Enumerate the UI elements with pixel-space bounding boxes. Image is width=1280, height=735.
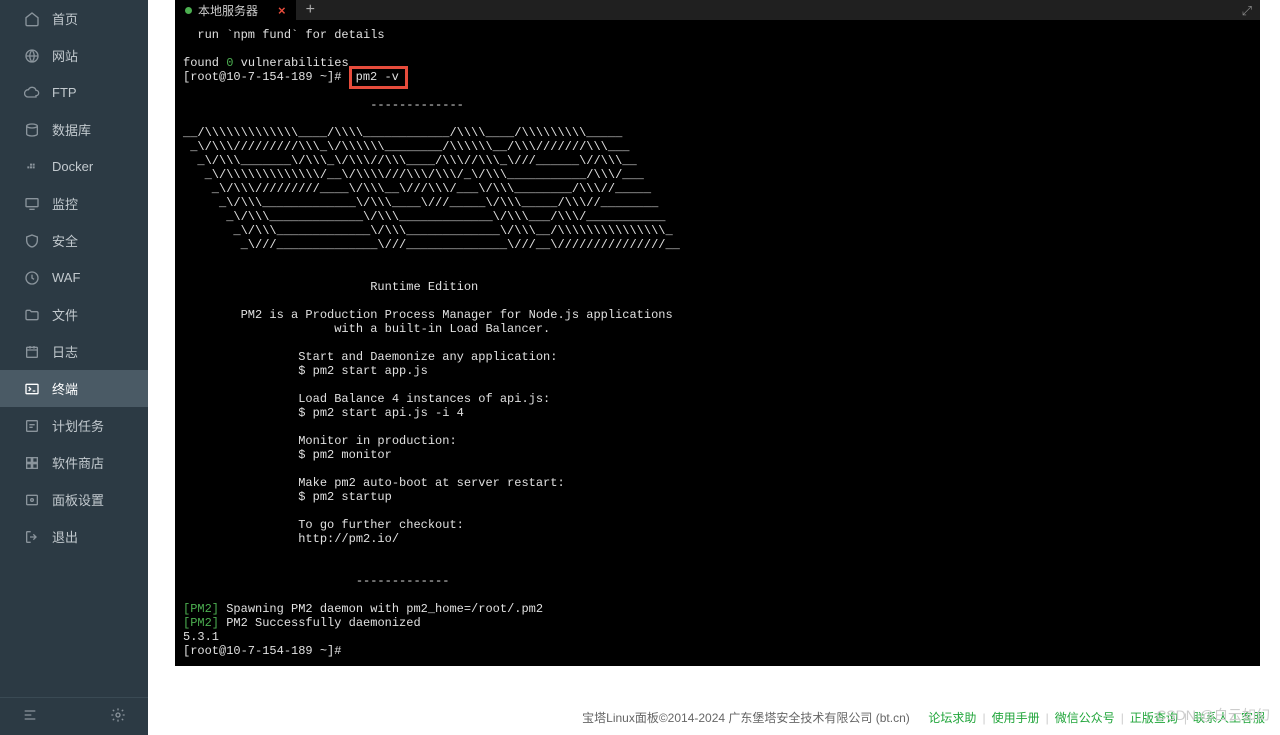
footer-link-manual[interactable]: 使用手册 (992, 709, 1040, 726)
copyright-text: 宝塔Linux面板©2014-2024 广东堡塔安全技术有限公司 (bt.cn) (582, 709, 910, 726)
highlighted-command: pm2 -v (349, 66, 408, 89)
calendar-icon (24, 344, 40, 360)
terminal-tabbar: 本地服务器 × + ⤢ (175, 0, 1260, 20)
sidebar-bottom (0, 697, 148, 735)
nav-label: WAF (52, 270, 80, 285)
terminal-output[interactable]: run `npm fund` for details found 0 vulne… (175, 20, 1260, 666)
nav-label: 终端 (52, 379, 78, 398)
settings-icon (24, 492, 40, 508)
nav-label: 软件商店 (52, 453, 104, 472)
terminal-tab[interactable]: 本地服务器 × (175, 0, 296, 20)
nav-terminal[interactable]: 终端 (0, 370, 148, 407)
tasks-icon (24, 418, 40, 434)
exit-icon (24, 529, 40, 545)
footer-link-genuine[interactable]: 正版查询 (1130, 709, 1178, 726)
footer-link-support[interactable]: 联系人工客服 (1193, 709, 1265, 726)
docker-icon (24, 159, 40, 175)
collapse-icon[interactable] (22, 707, 38, 726)
folder-icon (24, 307, 40, 323)
home-icon (24, 11, 40, 27)
cloud-icon (24, 85, 40, 101)
nav-ftp[interactable]: FTP (0, 74, 148, 111)
monitor-icon (24, 196, 40, 212)
nav-cron[interactable]: 计划任务 (0, 407, 148, 444)
globe-icon (24, 48, 40, 64)
nav-site[interactable]: 网站 (0, 37, 148, 74)
fullscreen-icon[interactable]: ⤢ (1242, 3, 1252, 19)
nav-appstore[interactable]: 软件商店 (0, 444, 148, 481)
terminal-icon (24, 381, 40, 397)
nav-label: FTP (52, 85, 77, 100)
nav-label: 网站 (52, 46, 78, 65)
nav-exit[interactable]: 退出 (0, 518, 148, 555)
nav-label: 安全 (52, 231, 78, 250)
nav-logs[interactable]: 日志 (0, 333, 148, 370)
nav-panel[interactable]: 面板设置 (0, 481, 148, 518)
nav-label: 日志 (52, 342, 78, 361)
nav-label: Docker (52, 159, 93, 174)
nav-label: 监控 (52, 194, 78, 213)
footer-link-wechat[interactable]: 微信公众号 (1055, 709, 1115, 726)
nav-files[interactable]: 文件 (0, 296, 148, 333)
footer: 宝塔Linux面板©2014-2024 广东堡塔安全技术有限公司 (bt.cn)… (148, 700, 1280, 735)
nav-home[interactable]: 首页 (0, 0, 148, 37)
nav-db[interactable]: 数据库 (0, 111, 148, 148)
nav-waf[interactable]: WAF (0, 259, 148, 296)
database-icon (24, 122, 40, 138)
status-dot-icon (185, 7, 192, 14)
nav-label: 数据库 (52, 120, 91, 139)
footer-link-forum[interactable]: 论坛求助 (928, 709, 976, 726)
nav-label: 首页 (52, 9, 78, 28)
nav-security[interactable]: 安全 (0, 222, 148, 259)
gear-icon[interactable] (110, 707, 126, 726)
nav-label: 退出 (52, 527, 78, 546)
shield-icon (24, 233, 40, 249)
nav-label: 文件 (52, 305, 78, 324)
waf-icon (24, 270, 40, 286)
nav-docker[interactable]: Docker (0, 148, 148, 185)
nav-monitor[interactable]: 监控 (0, 185, 148, 222)
nav-label: 面板设置 (52, 490, 104, 509)
add-tab-button[interactable]: + (306, 1, 315, 19)
terminal-window: 本地服务器 × + ⤢ run `npm fund` for details f… (175, 0, 1260, 665)
close-icon[interactable]: × (278, 3, 286, 18)
appstore-icon (24, 455, 40, 471)
sidebar: 首页 网站 FTP 数据库 Docker 监控 安全 WAF 文件 日志 终端 … (0, 0, 148, 735)
nav-label: 计划任务 (52, 416, 104, 435)
tab-title: 本地服务器 (198, 2, 258, 19)
